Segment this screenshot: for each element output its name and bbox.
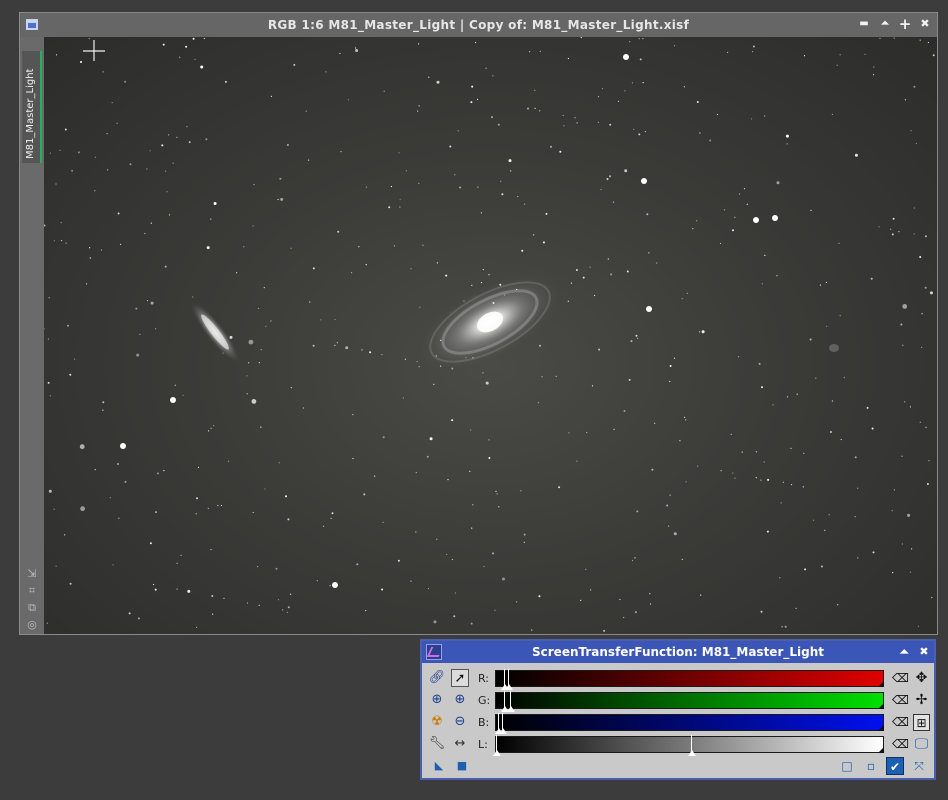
crosshair-cursor-icon	[83, 40, 105, 61]
close-icon[interactable]: ✖	[917, 16, 933, 32]
shadows-clip-handle[interactable]	[493, 735, 501, 756]
midtone-handle[interactable]	[498, 713, 507, 734]
close-icon[interactable]: ✖	[916, 644, 932, 660]
galaxy-m82	[190, 301, 240, 363]
view-tab-label: M81_Master_Light	[25, 68, 36, 159]
reset-channel-icon[interactable]: ⌫	[892, 737, 909, 751]
channel-label: L:	[478, 738, 488, 751]
shade-icon[interactable]: ⏶	[896, 644, 912, 660]
image-window-title: RGB 1:6 M81_Master_Light | Copy of: M81_…	[267, 18, 690, 32]
new-instance-icon[interactable]: ◣	[430, 757, 448, 775]
channel-histogram-bar[interactable]	[494, 713, 884, 734]
stretch-g-icon[interactable]: ✢	[913, 692, 930, 709]
browse-doc-icon[interactable]: □	[838, 757, 856, 775]
image-canvas[interactable]	[44, 37, 937, 634]
zoom-fit-icon[interactable]: ⌗	[25, 584, 39, 598]
channel-label: B:	[478, 716, 490, 729]
midtone-handle[interactable]	[504, 669, 513, 690]
view-tab[interactable]: M81_Master_Light	[22, 51, 42, 163]
view-side-strip: M81_Master_Light ⇲ ⌗ ⧉ ◎	[20, 37, 44, 634]
midtone-handle[interactable]	[506, 691, 515, 712]
channel-histogram-bar[interactable]	[495, 691, 884, 712]
preview-icon[interactable]: ◎	[25, 618, 39, 632]
astro-image	[44, 37, 935, 632]
minimize-icon[interactable]: ▬	[856, 16, 872, 32]
select-mode-icon[interactable]: ➚	[451, 669, 469, 687]
stretch-b-icon[interactable]: ⊞	[913, 714, 930, 731]
highlights-handle[interactable]	[878, 703, 884, 709]
auto-stretch-icon[interactable]: ☢	[428, 713, 446, 731]
maximize-icon[interactable]: +	[897, 16, 913, 32]
galaxy-m81	[417, 272, 563, 372]
reset-channel-icon[interactable]: ⌫	[892, 671, 909, 685]
expand-icon[interactable]: ⤧	[910, 757, 928, 775]
stf-titlebar[interactable]: ScreenTransferFunction: M81_Master_Light…	[422, 641, 934, 663]
channel-histogram-bar[interactable]	[493, 735, 884, 756]
zoom-in-plus-icon[interactable]: ⊕	[451, 691, 469, 709]
reset-doc-icon[interactable]: ▫	[862, 757, 880, 775]
stf-title: ScreenTransferFunction: M81_Master_Light	[532, 645, 824, 659]
stf-bottom-bar: ◣ ■ □ ▫ ✔ ⤧	[422, 754, 934, 778]
monitor-icon[interactable]: 🖵	[913, 736, 930, 753]
apply-checkmark-icon[interactable]: ✔	[886, 757, 904, 775]
stf-panel: ScreenTransferFunction: M81_Master_Light…	[420, 639, 936, 780]
channel-label: G:	[478, 694, 491, 707]
highlights-handle[interactable]	[878, 747, 884, 753]
zoom-in-icon[interactable]: ⊕	[428, 691, 446, 709]
highlights-handle[interactable]	[878, 725, 884, 731]
zoom-out-icon[interactable]: ⊖	[451, 713, 469, 731]
settings-wrench-icon[interactable]: 🔧︎	[428, 735, 446, 753]
image-window: RGB 1:6 M81_Master_Light | Copy of: M81_…	[19, 12, 938, 635]
midtone-handle[interactable]	[687, 735, 696, 756]
link-channels-icon[interactable]: 🔗︎	[428, 669, 446, 687]
channel-label: R:	[478, 672, 490, 685]
reset-channel-icon[interactable]: ⌫	[892, 693, 909, 707]
faint-galaxy	[829, 344, 839, 352]
pan-horizontal-icon[interactable]: ↔	[451, 735, 469, 753]
channel-histogram-bar[interactable]	[495, 669, 884, 690]
shadows-clip-handle[interactable]	[500, 691, 509, 712]
highlights-handle[interactable]	[878, 681, 884, 687]
fit-view-icon[interactable]: ⇲	[25, 567, 39, 581]
stretch-r-icon[interactable]: ✥	[913, 670, 930, 687]
shade-icon[interactable]: ⏶	[877, 16, 893, 32]
reset-channel-icon[interactable]: ⌫	[892, 715, 909, 729]
image-window-titlebar[interactable]: RGB 1:6 M81_Master_Light | Copy of: M81_…	[20, 13, 937, 37]
clone-view-icon[interactable]: ⧉	[25, 601, 39, 615]
apply-global-icon[interactable]: ■	[453, 757, 471, 775]
